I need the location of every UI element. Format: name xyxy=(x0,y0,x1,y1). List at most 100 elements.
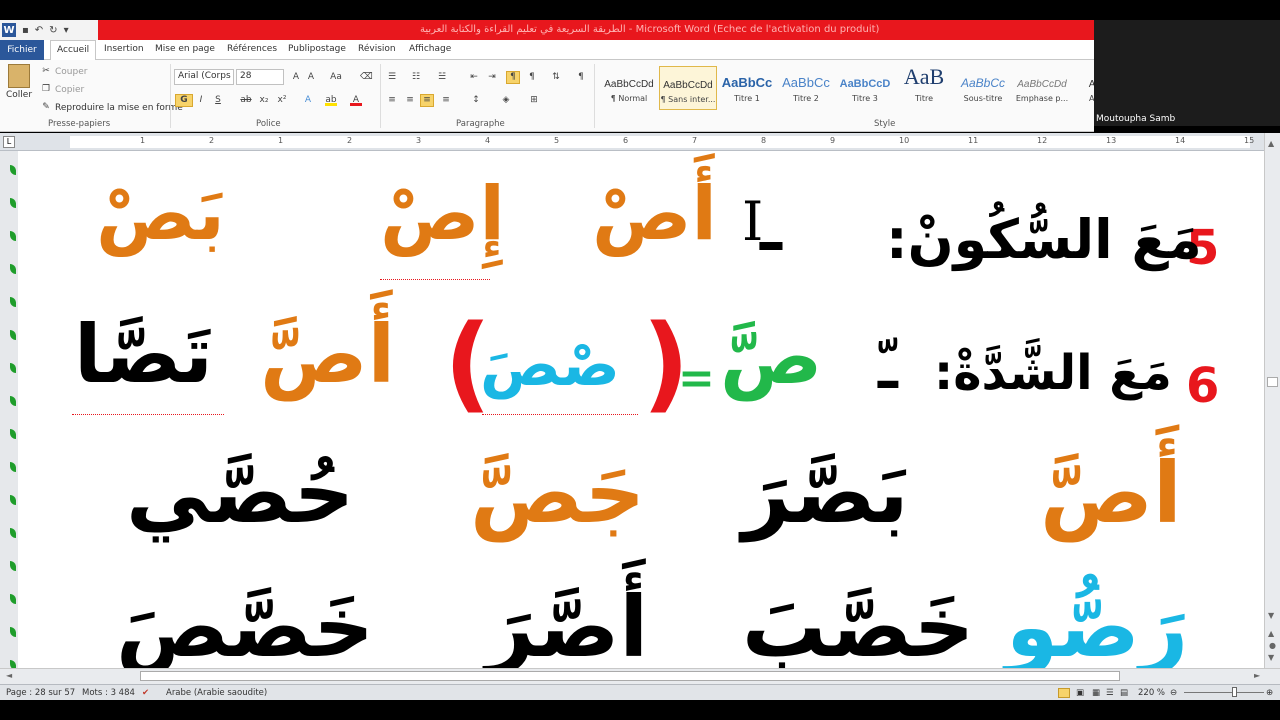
tab-mise-en-page[interactable]: Mise en page xyxy=(155,44,215,54)
borders-button[interactable]: ⊞ xyxy=(528,95,540,106)
text-effects-button[interactable]: A xyxy=(302,95,314,106)
strikethrough-button[interactable]: ab xyxy=(240,95,252,106)
align-left-button[interactable]: ≡ xyxy=(386,95,398,106)
print-layout-icon[interactable] xyxy=(1058,688,1070,698)
copy-label: Copier xyxy=(55,84,85,95)
zoom-level[interactable]: 220 % xyxy=(1138,688,1165,698)
numbering-button[interactable]: ☷ xyxy=(410,72,422,83)
next-page-icon[interactable]: ▼ xyxy=(1268,653,1274,662)
scroll-thumb-h[interactable] xyxy=(140,671,1120,681)
grow-font-button[interactable]: A xyxy=(290,72,302,83)
ruler-number: 7 xyxy=(692,136,698,145)
format-painter-button[interactable]: ✎ Reproduire la mise en forme xyxy=(40,102,183,113)
zoom-slider-handle[interactable] xyxy=(1232,687,1237,697)
multilevel-button[interactable]: ☱ xyxy=(436,72,448,83)
style-1[interactable]: AaBbCcDd ¶ Normal xyxy=(600,66,658,110)
ribbon: Coller ✂ Couper ❐ Copier ✎ Reproduire la mi… xyxy=(0,60,1113,132)
zoom-in-icon[interactable]: ⊕ xyxy=(1266,688,1273,698)
justify-button[interactable]: ≡ xyxy=(440,95,452,106)
style-7[interactable]: AaBbCc Sous-titre xyxy=(954,66,1012,110)
ltr-button[interactable]: ¶ xyxy=(526,72,538,83)
bullets-button[interactable]: ☰ xyxy=(386,72,398,83)
margin-mark xyxy=(10,231,16,241)
tab-accueil[interactable]: Accueil xyxy=(50,40,97,61)
subscript-button[interactable]: x₂ xyxy=(258,95,270,106)
margin-mark xyxy=(10,165,16,175)
highlight-button[interactable]: ab xyxy=(325,95,337,106)
change-case-button[interactable]: Aa xyxy=(330,72,342,83)
full-screen-icon[interactable]: ▣ xyxy=(1076,688,1084,698)
bold-icon: G xyxy=(180,95,188,105)
underline-icon: S xyxy=(215,95,221,105)
shading-button[interactable]: ◈ xyxy=(500,95,512,106)
draft-icon[interactable]: ▤ xyxy=(1120,688,1128,698)
undo-icon[interactable]: ↶ xyxy=(35,25,43,36)
decrease-indent-icon: ⇤ xyxy=(470,72,478,82)
scroll-left-icon[interactable]: ◄ xyxy=(6,671,12,680)
margin-mark xyxy=(10,264,16,274)
zoom-out-icon[interactable]: ⊖ xyxy=(1170,688,1177,698)
outline-icon[interactable]: ☰ xyxy=(1106,688,1114,698)
highlight-icon: ab xyxy=(325,95,337,106)
scroll-down-icon[interactable]: ▼ xyxy=(1268,611,1274,620)
style-6[interactable]: AaB Titre xyxy=(895,66,953,110)
bold-button[interactable]: G xyxy=(175,94,193,107)
tab-insertion[interactable]: Insertion xyxy=(104,44,144,54)
superscript-button[interactable]: x² xyxy=(276,95,288,106)
word-count[interactable]: Mots : 3 484 xyxy=(82,688,135,698)
scroll-thumb[interactable] xyxy=(1267,377,1278,387)
underline-button[interactable]: S xyxy=(212,95,224,106)
word-bas: بَصْ xyxy=(96,171,225,257)
show-marks-button[interactable]: ¶ xyxy=(575,72,587,83)
line-spacing-button[interactable]: ↕ xyxy=(470,95,482,106)
browse-object-icon[interactable]: ● xyxy=(1269,641,1276,650)
italic-button[interactable]: I xyxy=(195,95,207,106)
copy-button[interactable]: ❐ Copier xyxy=(40,84,84,95)
style-3[interactable]: AaBbCc Titre 1 xyxy=(718,66,776,110)
document-area[interactable]: 5 مَعَ السُّكُونْ: ـ أَصْ إِصْ بَصْ I 6 … xyxy=(0,151,1264,668)
language-indicator[interactable]: Arabe (Arabie saoudite) xyxy=(166,688,267,698)
cut-button[interactable]: ✂ Couper xyxy=(40,66,87,77)
rtl-button[interactable]: ¶ xyxy=(506,71,520,84)
align-right-button[interactable]: ≡ xyxy=(420,94,434,107)
sort-button[interactable]: ⇅ xyxy=(550,72,562,83)
clipboard-icon xyxy=(8,64,31,88)
font-color-button[interactable]: A xyxy=(350,95,362,106)
font-name-select[interactable]: Arial (Corps xyxy=(174,69,234,85)
web-layout-icon[interactable]: ▦ xyxy=(1092,688,1100,698)
style-2[interactable]: AaBbCcDd ¶ Sans inter... xyxy=(659,66,717,110)
redo-icon[interactable]: ↻ xyxy=(49,25,57,36)
vertical-scrollbar[interactable]: ▲ ▼ ▲ ● ▼ xyxy=(1264,133,1280,668)
tab-fichier[interactable]: Fichier xyxy=(0,40,44,60)
tab-affichage[interactable]: Affichage xyxy=(409,44,451,54)
page-count[interactable]: Page : 28 sur 57 xyxy=(6,688,75,698)
paste-button[interactable]: Coller xyxy=(6,64,32,100)
save-icon[interactable]: ▪ xyxy=(22,25,29,36)
tab-publipostage[interactable]: Publipostage xyxy=(288,44,346,54)
horizontal-ruler[interactable]: L 121234567891011121314151617 xyxy=(0,133,1264,151)
scroll-up-icon[interactable]: ▲ xyxy=(1268,139,1274,148)
style-5[interactable]: AaBbCcD Titre 3 xyxy=(836,66,894,110)
tab-selector-icon[interactable]: L xyxy=(3,136,15,148)
text-effects-icon: A xyxy=(304,95,312,105)
align-center-button[interactable]: ≡ xyxy=(404,95,416,106)
clear-format-button[interactable]: ⌫ xyxy=(360,72,373,83)
tab-revision[interactable]: Révision xyxy=(358,44,396,54)
prev-page-icon[interactable]: ▲ xyxy=(1268,629,1274,638)
customize-icon[interactable]: ▾ xyxy=(64,25,69,36)
increase-indent-button[interactable]: ⇥ xyxy=(486,72,498,83)
style-preview: AaBbCc xyxy=(782,75,830,90)
ruler-number: 9 xyxy=(830,136,836,145)
style-4[interactable]: AaBbCc Titre 2 xyxy=(777,66,835,110)
font-size-select[interactable]: 28 xyxy=(236,69,284,85)
margin-mark xyxy=(10,396,16,406)
scroll-right-icon[interactable]: ► xyxy=(1254,671,1260,680)
zoom-slider[interactable] xyxy=(1184,692,1264,693)
decrease-indent-button[interactable]: ⇤ xyxy=(468,72,480,83)
style-8[interactable]: AaBbCcDd Emphase p... xyxy=(1013,66,1071,110)
horizontal-scrollbar[interactable]: ◄ ► xyxy=(0,668,1280,684)
shrink-font-button[interactable]: A xyxy=(305,72,317,83)
tab-references[interactable]: Références xyxy=(227,44,277,54)
proofing-icon[interactable]: ✔ xyxy=(142,688,149,698)
align-center-icon: ≡ xyxy=(406,95,414,105)
